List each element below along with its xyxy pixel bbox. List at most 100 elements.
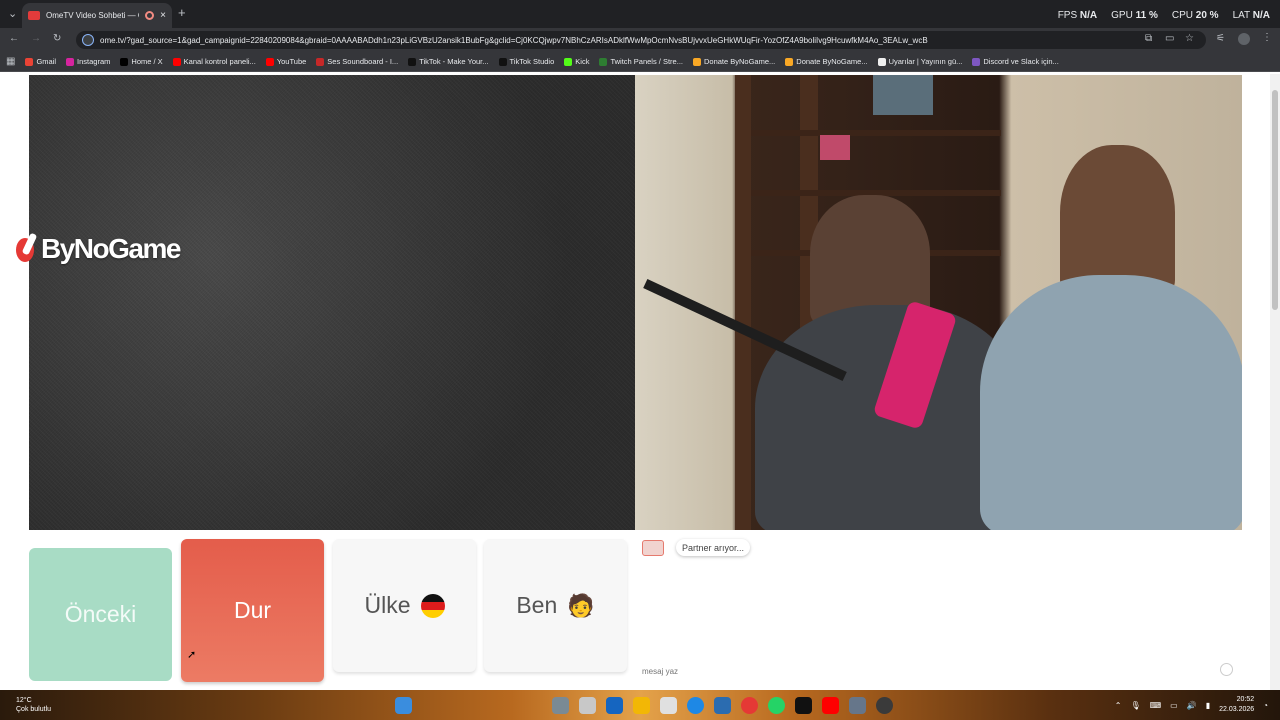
network-icon[interactable]: ▭ <box>1170 701 1178 710</box>
stop-button[interactable]: Dur <box>181 539 324 682</box>
new-tab-button[interactable]: + <box>178 5 186 20</box>
language-icon[interactable]: ⌨ <box>1150 701 1162 710</box>
taskbar-spacer <box>422 697 542 714</box>
bookmark-item[interactable]: Home / X <box>120 57 163 66</box>
browser-tab[interactable]: OmeTV Video Sohbeti — O × <box>22 3 172 28</box>
bookmark-item[interactable]: Donate ByNoGame... <box>785 57 868 66</box>
translate-icon[interactable]: ⧉ <box>1145 33 1152 44</box>
url-text[interactable]: ome.tv/?gad_source=1&gad_campaignid=2284… <box>100 36 1140 45</box>
notifications-icon[interactable]: ◔ <box>1263 701 1268 710</box>
tray-overflow-icon[interactable]: ⌃ <box>1115 701 1122 710</box>
task-view-icon[interactable] <box>579 697 596 714</box>
tab-favicon-icon <box>28 11 40 20</box>
forward-icon[interactable]: → <box>31 33 41 44</box>
bookmark-item[interactable]: YouTube <box>265 57 306 66</box>
country-filter-button[interactable]: Ülke <box>333 539 476 672</box>
bookmark-item[interactable]: Uyarılar | Yayının gü... <box>877 57 963 66</box>
bynogame-logo: ByNoGame <box>12 232 181 266</box>
previous-button[interactable]: Önceki <box>29 548 172 681</box>
bookmark-favicon-icon <box>692 57 701 66</box>
bookmark-item[interactable]: Kanal kontrol paneli... <box>172 57 256 66</box>
chrome-icon[interactable] <box>741 697 758 714</box>
bookmark-item[interactable]: Discord ve Slack için... <box>972 57 1059 66</box>
bookmark-item[interactable]: Donate ByNoGame... <box>692 57 776 66</box>
reload-icon[interactable]: ↻ <box>53 33 61 44</box>
bookmark-item[interactable]: TikTok - Make Your... <box>408 57 489 66</box>
cpu-readout: CPU 20 % <box>1171 10 1219 21</box>
message-input[interactable] <box>642 664 1202 678</box>
file-explorer-icon[interactable] <box>633 697 650 714</box>
obs-icon[interactable] <box>876 697 893 714</box>
bookmark-item[interactable]: Kick <box>564 57 589 66</box>
tab-title: OmeTV Video Sohbeti — O <box>46 11 140 20</box>
bookmark-label: Donate ByNoGame... <box>703 57 776 66</box>
profile-avatar[interactable] <box>1238 33 1250 45</box>
bookmark-label: Uyarılar | Yayının gü... <box>888 57 963 66</box>
partner-status-bubble: Partner arıyor... <box>676 539 751 556</box>
microphone-icon[interactable]: 🎙 <box>1130 701 1140 710</box>
bookmark-label: Donate ByNoGame... <box>796 57 868 66</box>
me-button[interactable]: Ben 🧑 <box>484 539 627 672</box>
ometv-tv-icon <box>642 540 664 556</box>
bookmark-favicon-icon <box>972 57 981 66</box>
bookmark-label: Twitch Panels / Stre... <box>610 57 683 66</box>
address-bar[interactable]: ome.tv/?gad_source=1&gad_campaignid=2284… <box>76 31 1206 49</box>
clock-date: 22.03.2026 <box>1219 706 1255 713</box>
bookmark-favicon-icon <box>877 57 886 66</box>
lat-readout: LAT N/A <box>1232 10 1270 21</box>
taskbar-apps <box>395 697 893 714</box>
logo-text: ByNoGame <box>41 233 181 264</box>
bookmark-favicon-icon <box>265 57 274 66</box>
bookmark-label: Ses Soundboard - I... <box>327 57 399 66</box>
store-icon[interactable] <box>606 697 623 714</box>
bookmark-item[interactable]: Twitch Panels / Stre... <box>599 57 683 66</box>
video-static-overlay <box>29 75 635 530</box>
site-info-icon[interactable] <box>82 34 94 46</box>
country-label: Ülke <box>364 592 411 618</box>
bookmark-star-icon[interactable]: ☆ <box>1185 33 1194 44</box>
apps-icon[interactable]: ▦ <box>6 56 15 67</box>
bookmark-label: Instagram <box>77 57 111 66</box>
bookmark-favicon-icon <box>316 57 325 66</box>
bookmark-label: Home / X <box>131 57 163 66</box>
steam-icon[interactable] <box>849 697 866 714</box>
bookmark-item[interactable]: Gmail <box>25 57 56 66</box>
back-icon[interactable]: ← <box>9 33 19 44</box>
bookmark-item[interactable]: Ses Soundboard - I... <box>316 57 398 66</box>
bookmark-favicon-icon <box>66 57 75 66</box>
me-label: Ben <box>516 592 558 618</box>
bookmark-favicon-icon <box>599 57 608 66</box>
extensions-icon[interactable]: ⚟ <box>1216 33 1225 44</box>
tab-search-icon[interactable]: ⌄ <box>8 7 17 20</box>
weather-widget[interactable]: 12°C Çok bulutlu <box>16 696 51 714</box>
previous-label: Önceki <box>64 601 137 627</box>
battery-icon[interactable]: ▮ <box>1206 701 1210 710</box>
tiktok-icon[interactable] <box>795 697 812 714</box>
bookmark-favicon-icon <box>172 57 181 66</box>
whatsapp-icon[interactable] <box>768 697 785 714</box>
weather-desc: Çok bulutlu <box>16 706 52 713</box>
emoji-icon[interactable] <box>1220 663 1233 676</box>
widgets-icon[interactable] <box>552 697 569 714</box>
bookmark-favicon-icon <box>120 57 129 66</box>
volume-icon[interactable]: 🔊 <box>1187 701 1197 710</box>
tab-close-icon[interactable]: × <box>160 10 166 21</box>
bookmark-item[interactable]: Instagram <box>66 57 110 66</box>
scrollbar-thumb[interactable] <box>1272 90 1278 310</box>
calendar-icon[interactable] <box>660 697 677 714</box>
gpu-readout: GPU 11 % <box>1111 10 1158 21</box>
cast-icon[interactable]: ▭ <box>1165 33 1174 44</box>
bookmark-item[interactable]: TikTok Studio <box>498 57 554 66</box>
edge-icon[interactable] <box>687 697 704 714</box>
fps-readout: FPS N/A <box>1057 10 1098 21</box>
menu-icon[interactable]: ⋮ <box>1262 32 1272 43</box>
bookmark-label: TikTok - Make Your... <box>419 57 489 66</box>
youtube-icon[interactable] <box>822 697 839 714</box>
start-icon[interactable] <box>395 697 412 714</box>
recording-icon <box>145 11 155 20</box>
avatar-emoji-icon: 🧑 <box>567 592 595 618</box>
settings-app-icon[interactable] <box>714 697 731 714</box>
bookmark-label: Kick <box>575 57 590 66</box>
bookmark-label: Kanal kontrol paneli... <box>183 57 256 66</box>
clock[interactable]: 20:52 22.03.2026 <box>1219 695 1254 715</box>
